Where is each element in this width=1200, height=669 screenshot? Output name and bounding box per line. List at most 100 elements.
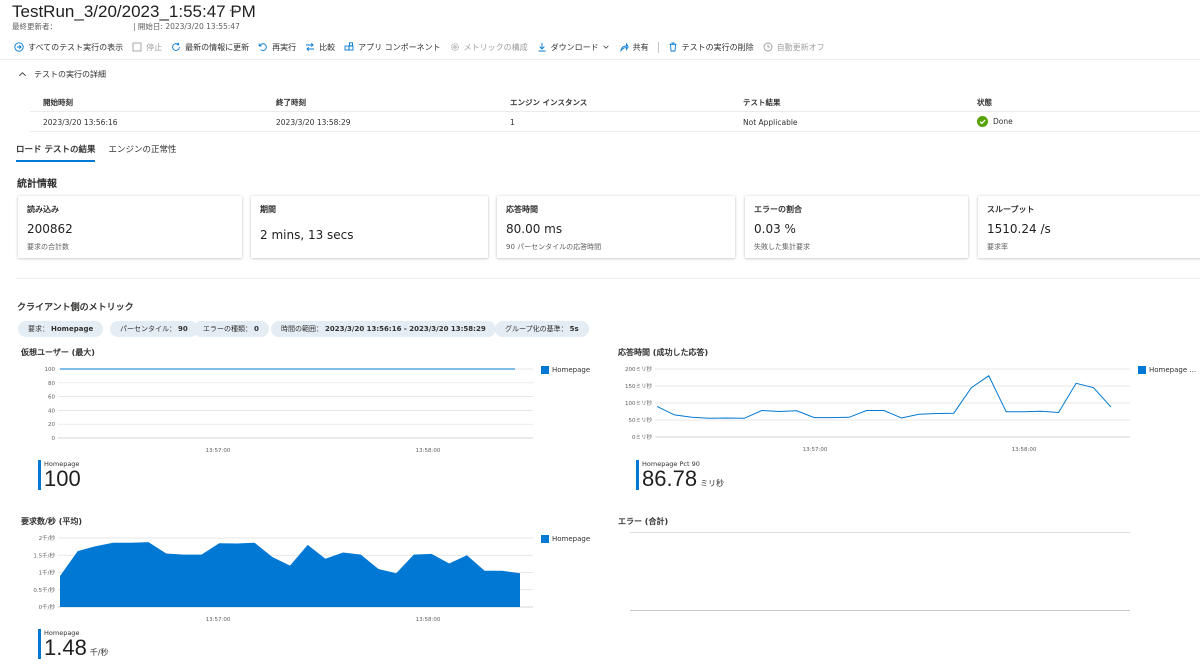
- summary-bar: [636, 460, 639, 490]
- client-metrics-title: クライアント側のメトリック: [17, 303, 134, 313]
- filter-error-type[interactable]: エラーの種類： 0: [193, 321, 269, 337]
- y-tick-label: 60: [48, 395, 55, 401]
- compare-button[interactable]: 比較: [305, 42, 335, 53]
- x-tick-label: 13:58:00: [416, 448, 441, 454]
- stat-card-subtitle: 要求の合計数: [27, 243, 69, 251]
- summary-bar: [38, 629, 41, 659]
- status-cell: Done: [977, 116, 1013, 127]
- download-button[interactable]: ダウンロード: [537, 42, 610, 53]
- page-title: TestRun_3/20/2023_1:55:47 PM: [12, 2, 256, 21]
- stat-card-subtitle: 90 パーセンタイルの応答時間: [506, 243, 602, 251]
- test-result-value: Not Applicable: [743, 118, 798, 127]
- summary-requests-per-second: Homepage 1.48 千/秒: [38, 629, 109, 659]
- filter-value: 0: [254, 325, 259, 333]
- stat-card-value: 200862: [27, 222, 73, 236]
- stop-icon: [132, 42, 142, 52]
- toolbar-divider: [657, 41, 659, 53]
- refresh-button[interactable]: 最新の情報に更新: [171, 42, 249, 53]
- configure-metrics-button[interactable]: メトリックの構成: [450, 42, 528, 53]
- filter-time-range[interactable]: 時間の範囲： 2023/3/20 13:56:16 - 2023/3/20 13:…: [271, 321, 496, 337]
- y-tick-label: 1.5千/秒: [33, 551, 55, 559]
- run-details-toggle[interactable]: テストの実行の詳細: [18, 69, 106, 80]
- delete-run-label: テストの実行の削除: [681, 42, 754, 52]
- more-options-button[interactable]: ···: [229, 4, 243, 17]
- updated-by-label: 最終更新者：: [12, 22, 57, 31]
- share-icon: [619, 42, 629, 52]
- clock-icon: [763, 42, 773, 52]
- filter-label: エラーの種類：: [203, 325, 252, 333]
- configure-metrics-label: メトリックの構成: [463, 42, 528, 52]
- legend-label: Homepage: [552, 366, 591, 374]
- check-circle-icon: [977, 116, 988, 127]
- column-header-test-result: テスト結果: [743, 98, 781, 107]
- chart-response-time: 0ミリ秒 50ミリ秒 100ミリ秒 150ミリ秒 200ミリ秒 13:57:00 13:58…: [625, 365, 1130, 453]
- compare-label: 比較: [319, 42, 336, 52]
- refresh-label: 最新の情報に更新: [185, 42, 250, 52]
- table-header-divider: [30, 111, 1200, 112]
- rerun-icon: [258, 43, 267, 52]
- stat-card-value: 2 mins, 13 secs: [260, 228, 354, 242]
- rerun-button[interactable]: 再実行: [258, 42, 296, 53]
- gear-icon: [450, 43, 459, 51]
- toolbar-divider-line: [0, 59, 1200, 60]
- stat-card-title: 応答時間: [506, 205, 538, 214]
- stat-card-title: スループット: [987, 205, 1035, 214]
- y-tick-label: 2千/秒: [39, 534, 56, 542]
- legend-swatch: [1138, 366, 1146, 374]
- compare-icon: [306, 42, 315, 52]
- auto-refresh-label: 自動更新オフ: [776, 42, 825, 52]
- summary-response-time: Homepage Pct 90 86.78 ミリ秒: [636, 460, 724, 490]
- share-button[interactable]: 共有: [619, 42, 649, 53]
- delete-run-button[interactable]: テストの実行の削除: [668, 42, 754, 53]
- stat-card-load: 読み込み 200862 要求の合計数: [18, 196, 242, 258]
- filter-label: 時間の範囲：: [281, 325, 323, 333]
- command-bar: すべてのテスト実行の表示 停止 最新の情報に更新 再実行 比較 アプリ コンポー…: [14, 40, 834, 54]
- y-tick-label: 200ミリ秒: [625, 365, 652, 373]
- chart-title-requests-per-second: 要求数/秒 (平均): [21, 517, 83, 526]
- app-components-button[interactable]: アプリ コンポーネント: [344, 42, 441, 53]
- download-icon: [538, 42, 546, 52]
- summary-virtual-users: Homepage 100: [38, 460, 81, 490]
- x-tick-label: 13:57:00: [803, 447, 828, 453]
- arrow-right-circle-icon: [14, 42, 24, 52]
- app-components-icon: [344, 42, 354, 51]
- filter-group-by[interactable]: グループ化の基準： 5s: [495, 321, 589, 337]
- legend-item[interactable]: Homepage: [541, 366, 590, 374]
- result-tabs: ロード テストの結果 エンジンの正常性: [16, 143, 189, 162]
- stop-button[interactable]: 停止: [132, 42, 162, 53]
- stat-card-response-time: 応答時間 80.00 ms 90 パーセンタイルの応答時間: [497, 196, 735, 258]
- tab-engine-health[interactable]: エンジンの正常性: [108, 143, 176, 162]
- series-line: [656, 375, 1112, 419]
- stat-card-value: 80.00 ms: [506, 222, 563, 236]
- column-header-engine-instances: エンジン インスタンス: [510, 98, 588, 107]
- auto-refresh-button[interactable]: 自動更新オフ: [763, 42, 825, 53]
- stat-card-error-rate: エラーの割合 0.03 % 失敗した集計要求: [745, 196, 968, 258]
- y-tick-label: 80: [48, 381, 55, 387]
- refresh-icon: [172, 42, 180, 51]
- stop-label: 停止: [146, 42, 163, 52]
- y-tick-label: 0千/秒: [39, 603, 56, 611]
- start-date-label: | 開始日: 2023/3/20 13:55:47: [133, 22, 240, 31]
- tab-load-test-results[interactable]: ロード テストの結果: [16, 143, 96, 162]
- filter-value: 2023/3/20 13:56:16 - 2023/3/20 13:58:29: [325, 325, 486, 333]
- filter-request[interactable]: 要求： Homepage: [18, 321, 104, 337]
- rerun-label: 再実行: [272, 42, 297, 52]
- column-header-status: 状態: [977, 98, 992, 107]
- stat-card-title: エラーの割合: [754, 205, 802, 214]
- legend-item[interactable]: Homepage: [541, 535, 590, 543]
- y-tick-label: 20: [48, 422, 55, 428]
- trash-icon: [669, 42, 677, 52]
- filter-label: パーセンタイル：: [120, 325, 176, 333]
- filter-percentile[interactable]: パーセンタイル： 90: [110, 321, 198, 337]
- column-header-start-time: 開始時刻: [43, 98, 73, 107]
- summary-unit: 千/秒: [89, 648, 109, 657]
- stat-card-title: 期間: [260, 205, 276, 214]
- engine-instances-value: 1: [510, 118, 515, 127]
- y-tick-label: 0: [52, 436, 56, 442]
- stat-card-value: 1510.24 /s: [987, 222, 1051, 236]
- column-header-end-time: 終了時刻: [276, 98, 306, 107]
- series-area: [60, 542, 520, 607]
- run-details-title: テストの実行の詳細: [34, 70, 106, 79]
- view-all-runs-button[interactable]: すべてのテスト実行の表示: [14, 42, 123, 53]
- legend-item[interactable]: Homepage ...: [1138, 366, 1196, 374]
